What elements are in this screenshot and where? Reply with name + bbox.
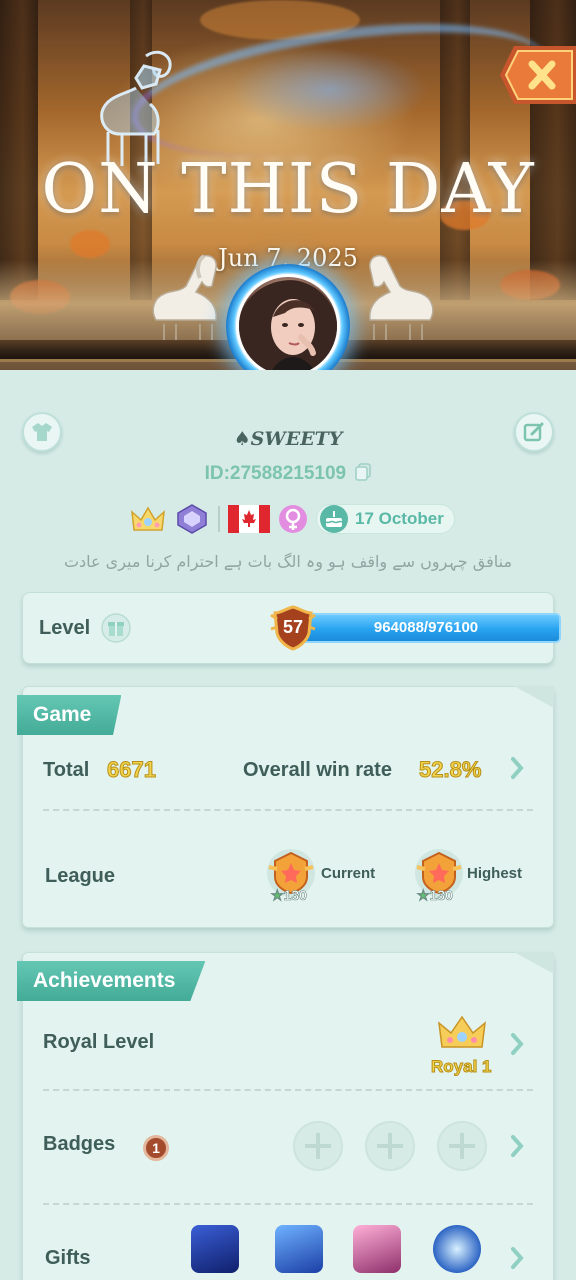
profile-badges-row: 17 October: [130, 502, 455, 536]
achievements-tab: Achievements: [17, 961, 206, 1001]
plus-icon: [449, 1133, 475, 1159]
badge-slot-empty[interactable]: [365, 1121, 415, 1171]
current-league-count: ★130: [271, 887, 308, 904]
close-button[interactable]: [500, 42, 576, 108]
canada-flag-icon: [228, 505, 270, 533]
hero-title: ON THIS DAY: [41, 150, 535, 229]
copy-icon[interactable]: [355, 463, 372, 481]
birthday-text: 17 October: [355, 509, 444, 528]
card-fold: [514, 952, 554, 974]
winrate-value: 52.8%: [418, 757, 482, 783]
gift-item-3[interactable]: [353, 1225, 401, 1273]
level-progress-bar: 964088/976100: [291, 613, 561, 643]
game-tab: Game: [17, 695, 122, 735]
level-progress-text: 964088/976100: [373, 619, 479, 636]
birthday-badge: 17 October: [316, 504, 455, 534]
badge-slot-empty[interactable]: [293, 1121, 343, 1171]
gifts-label: Gifts: [45, 1247, 91, 1269]
winrate-label: Overall win rate: [243, 759, 392, 781]
card-fold: [514, 686, 554, 708]
level-card[interactable]: Level 964088/976100 57: [22, 592, 561, 664]
current-label: Current: [321, 865, 376, 882]
royal-level-label: Royal Level: [43, 1031, 155, 1053]
league-label: League: [45, 865, 116, 887]
chevron-right-icon[interactable]: [509, 1133, 527, 1159]
badges-count-badge: 1: [143, 1135, 169, 1161]
cake-icon: [320, 505, 348, 533]
plus-icon: [377, 1133, 403, 1159]
level-value: 57: [282, 617, 304, 637]
gift-item-1[interactable]: [191, 1225, 239, 1273]
royal-level-value: Royal 1: [430, 1057, 492, 1077]
divider: [43, 1089, 533, 1091]
divider: [43, 809, 533, 811]
level-label: Level: [39, 617, 91, 639]
diamond-badge-icon[interactable]: [174, 503, 210, 535]
avatar[interactable]: [236, 274, 340, 370]
chevron-right-icon[interactable]: [509, 755, 527, 781]
gift-item-4[interactable]: [433, 1225, 481, 1273]
chevron-right-icon[interactable]: [509, 1245, 527, 1271]
divider: [43, 1203, 533, 1205]
total-value: 6671: [107, 757, 157, 783]
star-icon: ★: [271, 887, 284, 904]
white-horse-right-icon: [369, 254, 434, 346]
gift-item-2[interactable]: [275, 1225, 323, 1273]
user-id-row: ID:27588215109: [0, 463, 576, 485]
username-decoration-icon: ♠: [233, 428, 251, 450]
gift-icon[interactable]: [101, 613, 131, 643]
highest-league-count: ★130: [417, 887, 454, 904]
game-card: Game Total 6671 Overall win rate 52.8% L…: [17, 686, 554, 928]
star-icon: ★: [417, 887, 430, 904]
female-icon: [279, 505, 307, 533]
plus-icon: [305, 1133, 331, 1159]
user-id: ID:27588215109: [204, 463, 347, 484]
username: ♠SWEETY: [233, 428, 343, 450]
badges-label: Badges: [43, 1133, 116, 1155]
achievements-card: Achievements Royal Level Royal 1 Badges …: [17, 952, 554, 1280]
divider: [218, 506, 220, 532]
badge-slot-empty[interactable]: [437, 1121, 487, 1171]
hero-banner: ON THIS DAY Jun 7, 2025: [0, 0, 576, 370]
chevron-right-icon[interactable]: [509, 1031, 527, 1057]
royal-crown-icon: [438, 1015, 486, 1048]
total-label: Total: [43, 759, 90, 781]
bio: منافق چہروں سے واقف ہو وہ الگ بات ہے احت…: [63, 552, 513, 571]
highest-label: Highest: [467, 865, 523, 882]
crown-icon[interactable]: [130, 504, 166, 534]
